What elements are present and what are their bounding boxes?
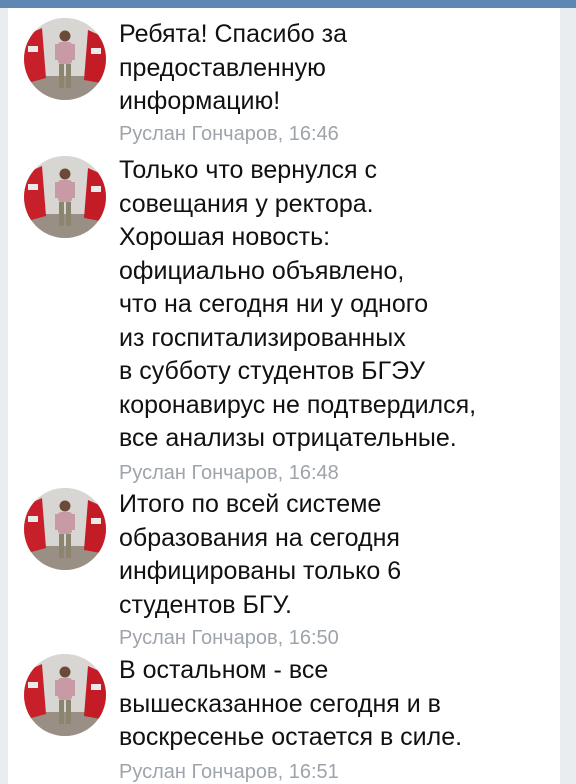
user-photo-avatar-icon [24, 488, 106, 570]
message-meta: Руслан Гончаров, 16:48 [119, 461, 339, 485]
message-line: инфицированы только 6 [119, 557, 402, 585]
author-name[interactable]: Руслан Гончаров [119, 761, 278, 783]
message-line: информацию! [119, 87, 281, 115]
message-meta: Руслан Гончаров, 16:51 [119, 760, 339, 784]
message-list[interactable]: Ребята! Спасибо за предоставленную инфор… [8, 8, 560, 784]
timestamp: 16:50 [288, 627, 339, 649]
user-photo-avatar-icon [24, 654, 106, 736]
message-line: вышесказанное сегодня и в [119, 689, 441, 718]
message-line: что на сегодня ни у одного [119, 290, 429, 318]
author-name[interactable]: Руслан Гончаров [119, 627, 278, 649]
message-text: В остальном - все вышесказанное сегодня … [119, 654, 559, 755]
message-text: Только что вернулся с совещания у ректор… [119, 154, 559, 456]
message-meta: Руслан Гончаров, 16:46 [119, 122, 339, 146]
avatar[interactable] [24, 18, 106, 100]
message-line: совещания у ректора. [119, 189, 374, 218]
meta-separator: , [277, 761, 289, 783]
chat-view: Ребята! Спасибо за предоставленную инфор… [0, 0, 576, 784]
header-accent-strip [0, 0, 576, 8]
message-line: студентов БГУ. [119, 590, 292, 619]
timestamp: 16:46 [288, 123, 339, 145]
message-line: Итого по всей системе [119, 490, 382, 518]
meta-separator: , [277, 627, 289, 649]
timestamp: 16:48 [288, 462, 339, 484]
user-photo-avatar-icon [24, 18, 106, 100]
avatar[interactable] [24, 156, 106, 238]
message-line: все анализы отрицательные. [119, 424, 457, 452]
message-line: в субботу студентов БГЭУ [119, 357, 425, 385]
message-text: Итого по всей системе образования на сег… [119, 488, 559, 622]
message-line: Хорошая новость: [119, 223, 331, 251]
avatar[interactable] [24, 488, 106, 570]
author-name[interactable]: Руслан Гончаров [119, 462, 278, 484]
meta-separator: , [277, 462, 289, 484]
message-line: из госпитализированных [119, 323, 406, 352]
message-line: воскресенье остается в силе. [119, 723, 463, 751]
user-photo-avatar-icon [24, 156, 106, 238]
meta-separator: , [277, 123, 289, 145]
avatar[interactable] [24, 654, 106, 736]
message-line: предоставленную [119, 53, 326, 82]
message-line: Только что вернулся с [119, 156, 378, 184]
message-line: В остальном - все [119, 656, 329, 684]
message-line: образования на сегодня [119, 523, 400, 552]
author-name[interactable]: Руслан Гончаров [119, 123, 278, 145]
message-meta: Руслан Гончаров, 16:50 [119, 626, 339, 650]
message-text: Ребята! Спасибо за предоставленную инфор… [119, 18, 559, 119]
timestamp: 16:51 [288, 761, 339, 783]
message-line: Ребята! Спасибо за [119, 20, 347, 48]
message-line: коронавирус не подтвердился, [119, 390, 477, 419]
message-line: официально объявлено, [119, 256, 405, 285]
